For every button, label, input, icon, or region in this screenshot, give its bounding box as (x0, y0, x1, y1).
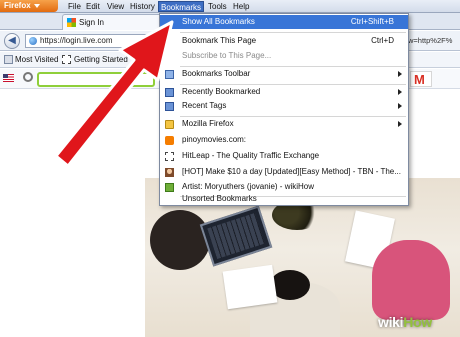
menu-edit[interactable]: Edit (84, 1, 102, 12)
url-text: https://login.live.com (40, 36, 113, 45)
menu-history[interactable]: History (128, 1, 157, 12)
tab-title: Sign In (79, 18, 104, 27)
menu-item-recently-bookmarked[interactable]: Recently Bookmarked (160, 85, 408, 99)
student-shape (372, 240, 450, 320)
book-shape (222, 264, 278, 310)
us-flag-icon[interactable] (3, 74, 14, 82)
menu-item-show-all-bookmarks[interactable]: Show All Bookmarks Ctrl+Shift+B (160, 15, 408, 29)
menu-item-bookmark-this-page[interactable]: Bookmark This Page Ctrl+D (160, 34, 408, 48)
dropdown-triangle-icon (33, 3, 40, 8)
face-icon (165, 168, 174, 177)
menu-item-hitleap[interactable]: HitLeap - The Quality Traffic Exchange (160, 149, 408, 163)
wikihow-watermark: wikiHow (378, 314, 432, 330)
gmail-icon[interactable]: M (410, 71, 432, 87)
search-icon[interactable] (23, 72, 33, 82)
site-identity-icon[interactable] (29, 37, 37, 45)
wikihow-icon (165, 183, 174, 192)
recent-icon (165, 88, 174, 97)
tags-icon (165, 102, 174, 111)
url-bar[interactable]: https://login.live.com (25, 34, 155, 48)
most-visited-icon (4, 55, 13, 64)
folder-icon (165, 120, 174, 129)
menu-item-mozilla-firefox[interactable]: Mozilla Firefox (160, 117, 408, 131)
windows-live-icon (67, 18, 76, 27)
shortcut-label: Ctrl+Shift+B (350, 17, 394, 26)
url-overflow-text: w=http%2F% (408, 36, 453, 45)
bookmark-most-visited[interactable]: Most Visited (15, 55, 58, 64)
bookmark-getting-started[interactable]: Getting Started (74, 55, 128, 64)
tab-sign-in[interactable]: Sign In (62, 14, 162, 30)
submenu-arrow-icon (398, 121, 402, 127)
menu-view[interactable]: View (105, 1, 126, 12)
toolbar-icon (165, 70, 174, 79)
menu-bookmarks[interactable]: Bookmarks (158, 1, 205, 12)
menu-item-pinoymovies[interactable]: pinoymovies.com: (160, 133, 408, 147)
search-input[interactable] (37, 72, 155, 87)
menu-item-unsorted-bookmarks[interactable]: Unsorted Bookmarks (160, 192, 408, 206)
getting-started-icon (62, 55, 71, 64)
menu-separator (180, 32, 406, 33)
shortcut-label: Ctrl+D (371, 36, 394, 45)
firefox-app-button[interactable]: Firefox (0, 0, 58, 12)
menu-item-subscribe: Subscribe to This Page... (182, 51, 272, 60)
back-button[interactable]: ◀ (4, 33, 20, 49)
menu-file[interactable]: File (66, 1, 83, 12)
submenu-arrow-icon (398, 103, 402, 109)
menu-item-hot-make-10[interactable]: [HOT] Make $10 a day [Updated][Easy Meth… (160, 165, 408, 179)
bookmarks-dropdown-menu: Show All Bookmarks Ctrl+Shift+B Bookmark… (159, 13, 409, 206)
submenu-arrow-icon (398, 71, 402, 77)
firefox-app-button-label: Firefox (4, 1, 31, 10)
submenu-arrow-icon (398, 89, 402, 95)
menu-help[interactable]: Help (231, 1, 251, 12)
page-icon (165, 152, 174, 161)
blogger-icon (165, 136, 174, 145)
menu-tools[interactable]: Tools (206, 1, 229, 12)
student-shape (150, 210, 210, 270)
menu-item-recent-tags[interactable]: Recent Tags (160, 99, 408, 113)
menu-item-bookmarks-toolbar[interactable]: Bookmarks Toolbar (160, 67, 408, 81)
